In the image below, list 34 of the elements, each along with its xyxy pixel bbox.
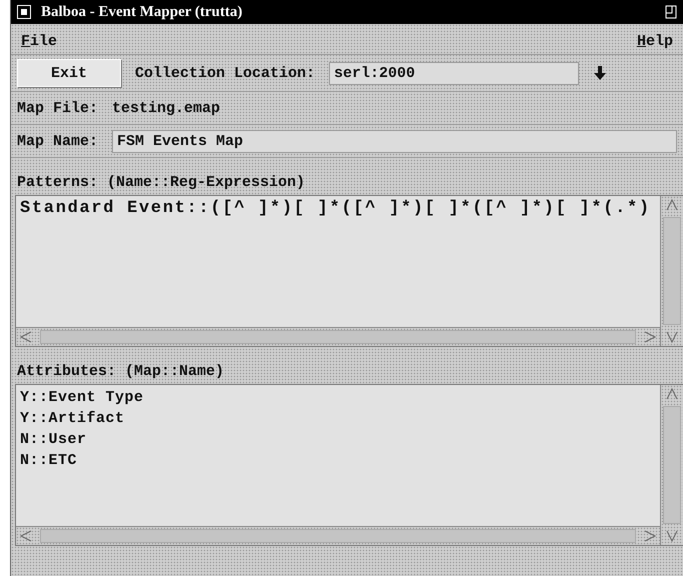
down-arrow-icon[interactable] [593, 65, 608, 81]
map-name-label: Map Name: [17, 132, 98, 150]
scroll-right-icon[interactable] [643, 330, 657, 344]
map-name-field[interactable]: FSM Events Map [112, 130, 677, 152]
menu-item[interactable]: Help [632, 32, 677, 50]
menu-item[interactable]: File [17, 32, 62, 50]
vertical-scrollbar[interactable] [663, 217, 681, 325]
patterns-text-area[interactable]: Standard Event::([^ ]*)[ ]*([^ ]*)[ ]*([^ ]*)[ ]*(.*) [15, 195, 683, 347]
scroll-right-icon[interactable] [643, 529, 657, 543]
scroll-left-icon[interactable] [19, 529, 33, 543]
attribute-item[interactable]: N::ETC [20, 450, 656, 471]
map-file-label: Map File: [17, 100, 98, 116]
attribute-item[interactable]: Y::Event Type [20, 387, 656, 408]
scroll-down-icon[interactable] [665, 529, 679, 543]
collection-location-label: Collection Location: [135, 64, 316, 82]
map-file-value: testing.emap [112, 100, 220, 116]
attributes-list[interactable]: Y::Event Type Y::Artifact N::User N::ETC [15, 384, 683, 546]
maximize-icon[interactable] [665, 5, 677, 19]
collection-location-field[interactable]: serl:2000 [329, 62, 580, 84]
scroll-up-icon[interactable] [665, 387, 679, 401]
pattern-line: Standard Event::([^ ]*)[ ]*([^ ]*)[ ]*([^ ]*)[ ]*(.*) [20, 198, 652, 219]
vertical-scrollbar[interactable] [663, 406, 681, 524]
horizontal-scrollbar[interactable] [40, 330, 636, 344]
horizontal-scrollbar[interactable] [40, 529, 636, 543]
attribute-item[interactable]: Y::Artifact [20, 408, 656, 429]
exit-button[interactable]: Exit [17, 59, 121, 87]
attribute-item[interactable]: N::User [20, 429, 656, 450]
window-title: Balboa - Event Mapper (trutta) [41, 4, 242, 20]
scroll-down-icon[interactable] [665, 330, 679, 344]
patterns-label: Patterns: (Name::Reg-Expression) [17, 174, 306, 191]
attributes-label: Attributes: (Map::Name) [17, 363, 224, 380]
scroll-left-icon[interactable] [19, 330, 33, 344]
window-menu-icon[interactable] [17, 5, 31, 19]
scroll-up-icon[interactable] [665, 198, 679, 212]
